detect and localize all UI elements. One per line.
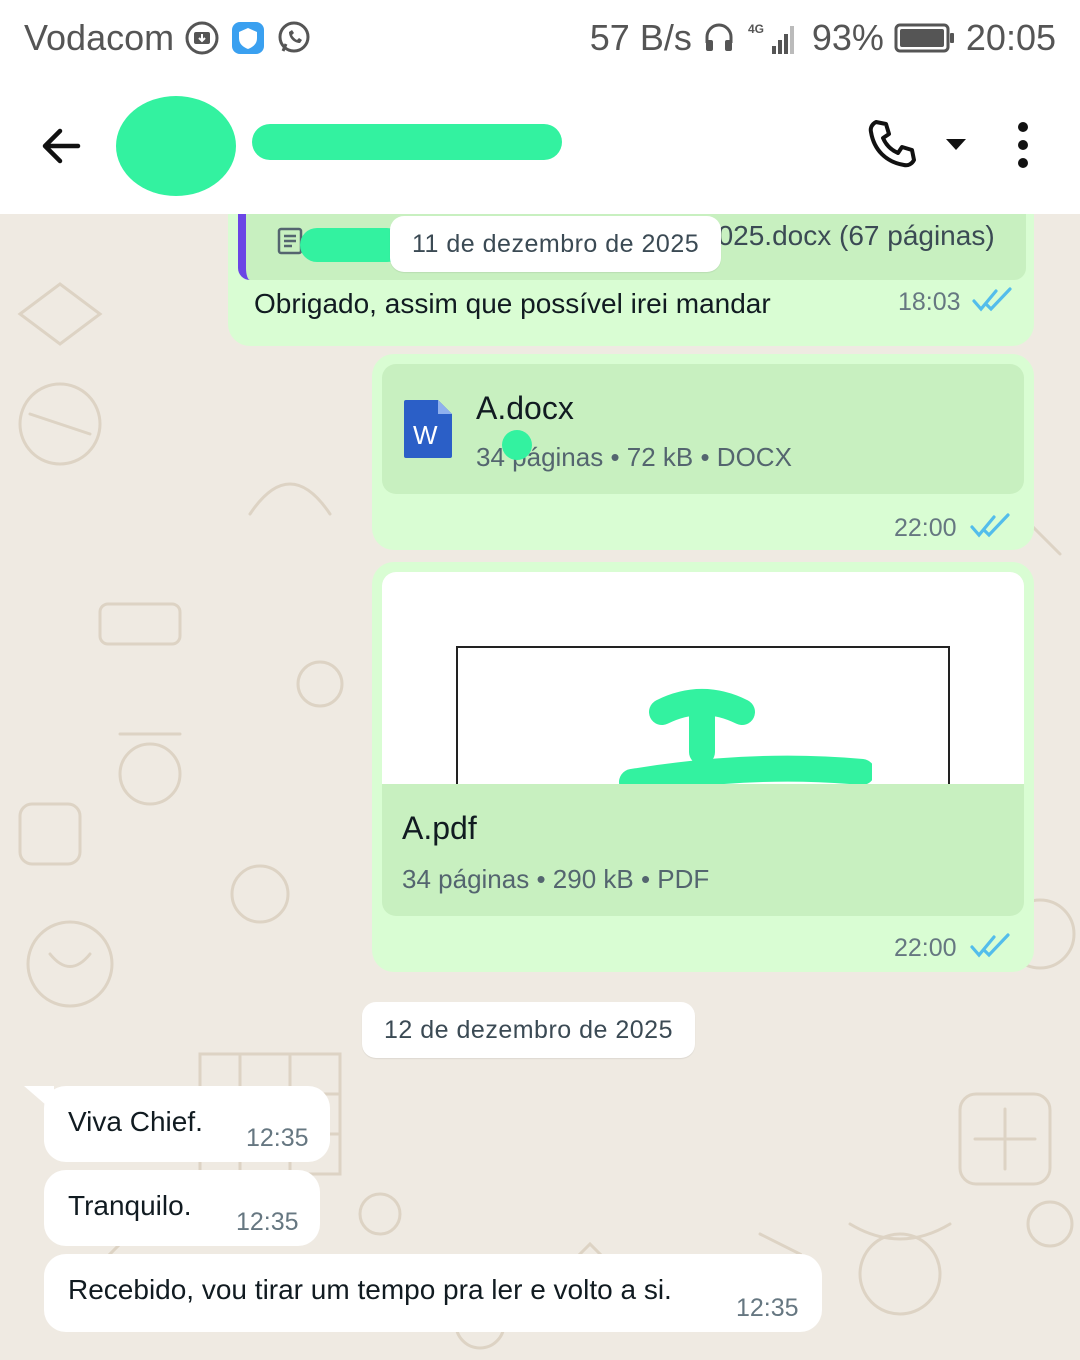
message-text: Viva Chief. [68,1106,203,1137]
caret-down-icon[interactable] [944,136,968,152]
date-chip-floating: 11 de dezembro de 2025 [390,216,722,272]
headphones-icon [702,21,736,55]
message-time: 12:35 [246,1124,309,1152]
document-card[interactable]: A.pdf 34 páginas • 290 kB • PDF [382,572,1024,916]
document-name: A.docx [476,390,574,426]
signal-4g-icon: 4G [746,20,802,56]
read-ticks-icon [972,287,1012,312]
pdf-preview[interactable] [382,572,1024,784]
contact-avatar[interactable] [116,96,236,196]
date-chip: 12 de dezembro de 2025 [362,1002,695,1058]
screen-record-icon [184,20,220,56]
outgoing-document-message[interactable]: A.pdf 34 páginas • 290 kB • PDF 22:00 [372,562,1034,972]
document-name: A.pdf [402,810,477,846]
incoming-message[interactable]: Viva Chief. 12:35 [44,1086,330,1162]
svg-text:4G: 4G [748,22,764,36]
clock: 20:05 [965,17,1056,58]
message-time: 12:35 [236,1208,299,1236]
chat-header [0,76,1080,214]
battery-icon [894,22,956,54]
shield-vpn-icon [230,20,266,56]
message-time: 18:03 [898,288,961,316]
voice-call-icon[interactable] [864,116,920,172]
contact-name[interactable] [252,124,562,160]
incoming-message[interactable]: Recebido, vou tirar um tempo pra ler e v… [44,1254,822,1332]
message-time: 12:35 [736,1294,799,1322]
more-options-icon[interactable] [1010,120,1036,170]
quoted-file-name: 2025.docx (67 páginas) [702,220,995,251]
carrier-label: Vodacom [24,17,175,58]
document-meta: 34 páginas • 290 kB • PDF [402,864,710,894]
redaction-mark [619,689,872,784]
message-time: 22:00 [894,934,957,962]
message-text: Obrigado, assim que possível irei mandar [254,288,771,319]
battery-percent: 93% [811,17,884,58]
outgoing-document-message[interactable]: W A.docx 34 páginas • 72 kB • DOCX 22:00 [372,354,1034,550]
network-speed: 57 B/s [589,17,692,58]
word-file-icon: W [402,398,454,460]
whatsapp-icon [276,20,312,56]
back-arrow-icon[interactable] [36,120,88,172]
message-text: Tranquilo. [68,1190,192,1221]
redaction-mark [502,430,532,460]
status-bar: Vodacom 57 B/s 4G 93% 20:05 [0,0,1080,76]
bubble-tail [24,1086,54,1112]
message-text: Recebido, vou tirar um tempo pra ler e v… [68,1274,672,1305]
message-time: 22:00 [894,514,957,542]
read-ticks-icon [970,933,1010,958]
incoming-message[interactable]: Tranquilo. 12:35 [44,1170,320,1246]
read-ticks-icon [970,513,1010,538]
document-card[interactable]: W A.docx 34 páginas • 72 kB • DOCX [382,364,1024,494]
redaction-mark [300,228,404,262]
svg-text:W: W [413,420,438,450]
chat-area[interactable]: 2025.docx (67 páginas) Obrigado, assim q… [0,214,1080,1360]
